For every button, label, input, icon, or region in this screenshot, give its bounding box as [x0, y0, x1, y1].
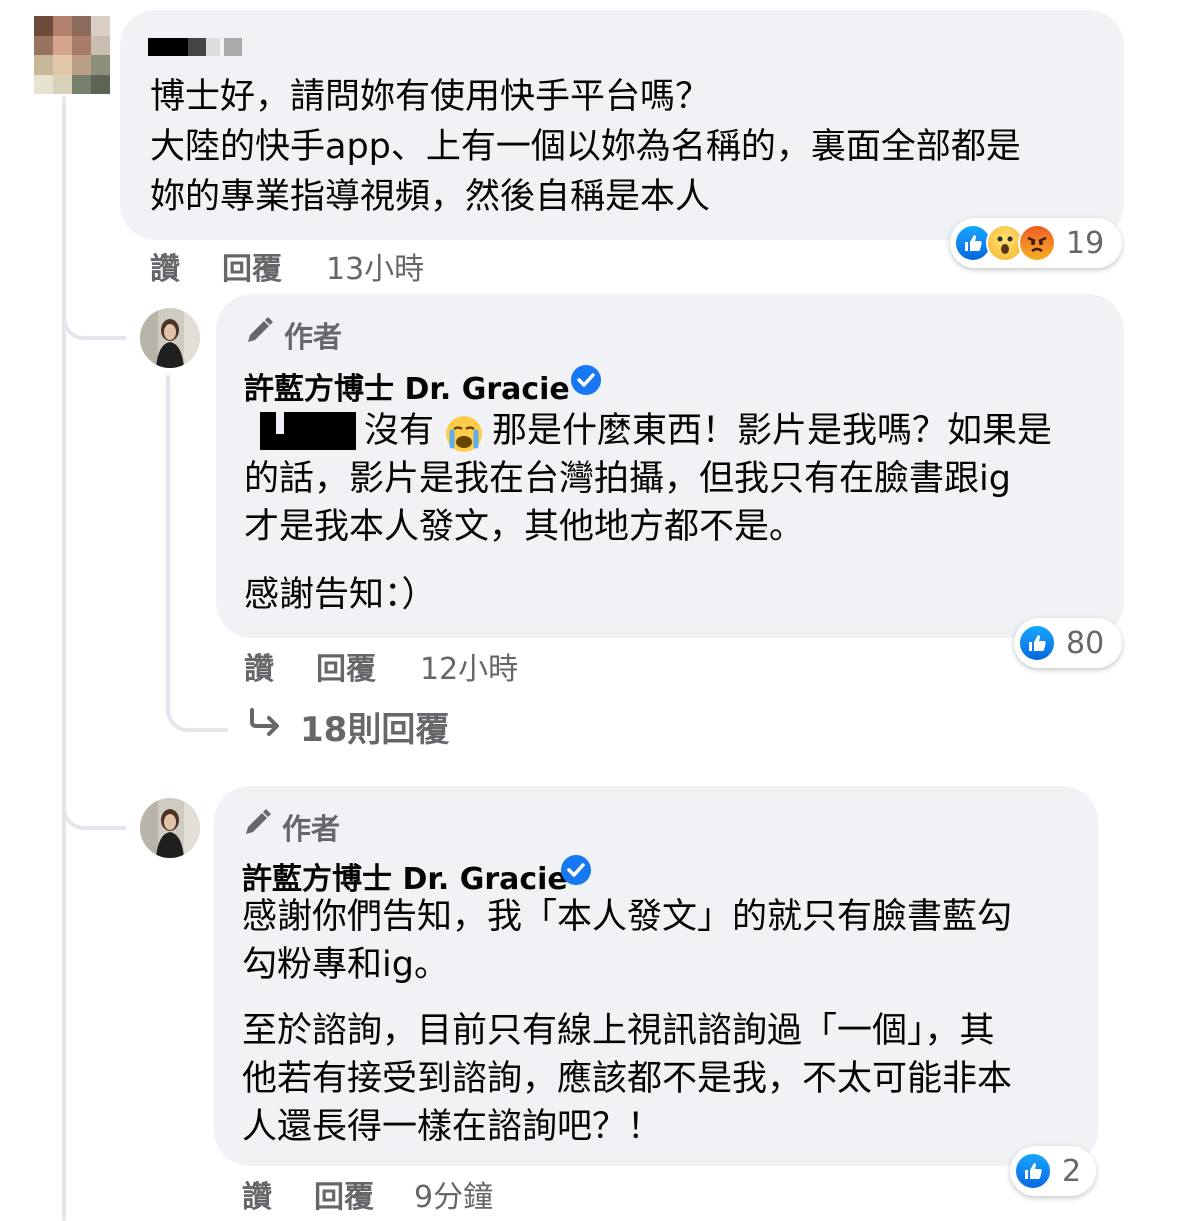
comment1-reactions[interactable]: 19 — [950, 218, 1122, 268]
reply2-like-action[interactable]: 讚 — [242, 1172, 272, 1216]
reply2-reaction-count: 2 — [1062, 1153, 1082, 1189]
reply2-para1-line-1: 感謝你們告知，我「本人發文」的就只有臉書藍勾 — [242, 897, 1013, 937]
reply1-reply-action[interactable]: 回覆 — [316, 644, 376, 688]
crying-face-emoji — [446, 416, 482, 452]
comment1-reaction-count: 19 — [1066, 225, 1105, 261]
reply-arrow-icon — [250, 708, 279, 736]
author-avatar[interactable] — [140, 798, 200, 858]
pencil-icon — [246, 809, 271, 834]
reply2-reactions[interactable]: 2 — [1010, 1146, 1096, 1196]
reply1-like-action[interactable]: 讚 — [244, 644, 274, 688]
verified-check-icon — [561, 855, 591, 885]
reply2-reply-action[interactable]: 回覆 — [314, 1172, 374, 1216]
author-badge-label: 作者 — [284, 320, 343, 354]
reply1-line-2: 的話，影片是我在台灣拍攝，但我只有在臉書跟ig — [244, 459, 1011, 499]
redacted-mention-gap — [276, 412, 284, 434]
reply1-line-3: 才是我本人發文，其他地方都不是。 — [244, 507, 805, 547]
reply1-bubble: 作者 許藍方博士 Dr. Gracie 沒有 那是什麼東西！影片是我嗎？如果是 … — [216, 294, 1124, 638]
reply2-para2-line-1: 至於諮詢，目前只有線上視訊諮詢過「一個」，其 — [242, 1011, 995, 1051]
reply2-bubble: 作者 許藍方博士 Dr. Gracie 感謝你們告知，我「本人發文」的就只有臉書… — [214, 786, 1098, 1166]
verified-check-icon — [571, 365, 601, 395]
like-icon — [1014, 1152, 1052, 1190]
comment1-timestamp[interactable]: 13小時 — [326, 244, 424, 288]
comment1-line-1: 博士好，請問妳有使用快手平台嗎？ — [150, 77, 711, 117]
like-icon — [1018, 624, 1056, 662]
redacted-username-part2 — [188, 38, 206, 56]
redacted-username-part3 — [206, 38, 220, 56]
angry-icon — [1018, 224, 1056, 262]
reply1-closing: 感謝告知：） — [244, 575, 437, 615]
view-more-replies-link[interactable]: 18則回覆 — [300, 702, 449, 751]
thread-connector-reply2 — [62, 760, 126, 830]
redacted-username — [148, 38, 188, 56]
reply1-line-1: 那是什麼東西！影片是我嗎？如果是 — [492, 411, 1053, 451]
redacted-username-part4 — [224, 38, 242, 56]
comment1-like-action[interactable]: 讚 — [150, 244, 180, 288]
author-avatar[interactable] — [140, 308, 200, 368]
comment1-bubble: 博士好，請問妳有使用快手平台嗎？ 大陸的快手app、上有一個以妳為名稱的，裏面全… — [120, 10, 1124, 240]
reply1-reactions[interactable]: 80 — [1014, 618, 1122, 668]
reply1-mention-text: 沒有 — [364, 411, 435, 451]
reply2-timestamp[interactable]: 9分鐘 — [414, 1172, 493, 1216]
comment1-line-3: 妳的專業指導視頻，然後自稱是本人 — [150, 177, 711, 217]
pencil-icon — [248, 317, 273, 342]
reply2-para1-line-2: 勾粉專和ig。 — [242, 945, 449, 985]
thread-connector-more-replies — [166, 660, 228, 732]
reply2-para2-line-2: 他若有接受到諮詢，應該都不是我，不太可能非本 — [242, 1059, 1013, 1099]
commenter-avatar-pixelated[interactable] — [34, 16, 110, 94]
reply1-timestamp[interactable]: 12小時 — [420, 644, 518, 688]
reply2-para2-line-3: 人還長得一樣在諮詢吧？！ — [242, 1107, 663, 1147]
author-badge-label: 作者 — [282, 812, 341, 846]
thread-line-nested — [166, 375, 170, 695]
reply1-author-name[interactable]: 許藍方博士 Dr. Gracie — [244, 364, 570, 408]
comment1-line-2: 大陸的快手app、上有一個以妳為名稱的，裏面全部都是 — [150, 127, 1021, 167]
redacted-mention — [260, 412, 356, 450]
thread-connector-reply1 — [62, 250, 126, 340]
reply1-reaction-count: 80 — [1066, 625, 1105, 661]
comment1-reply-action[interactable]: 回覆 — [222, 244, 282, 288]
